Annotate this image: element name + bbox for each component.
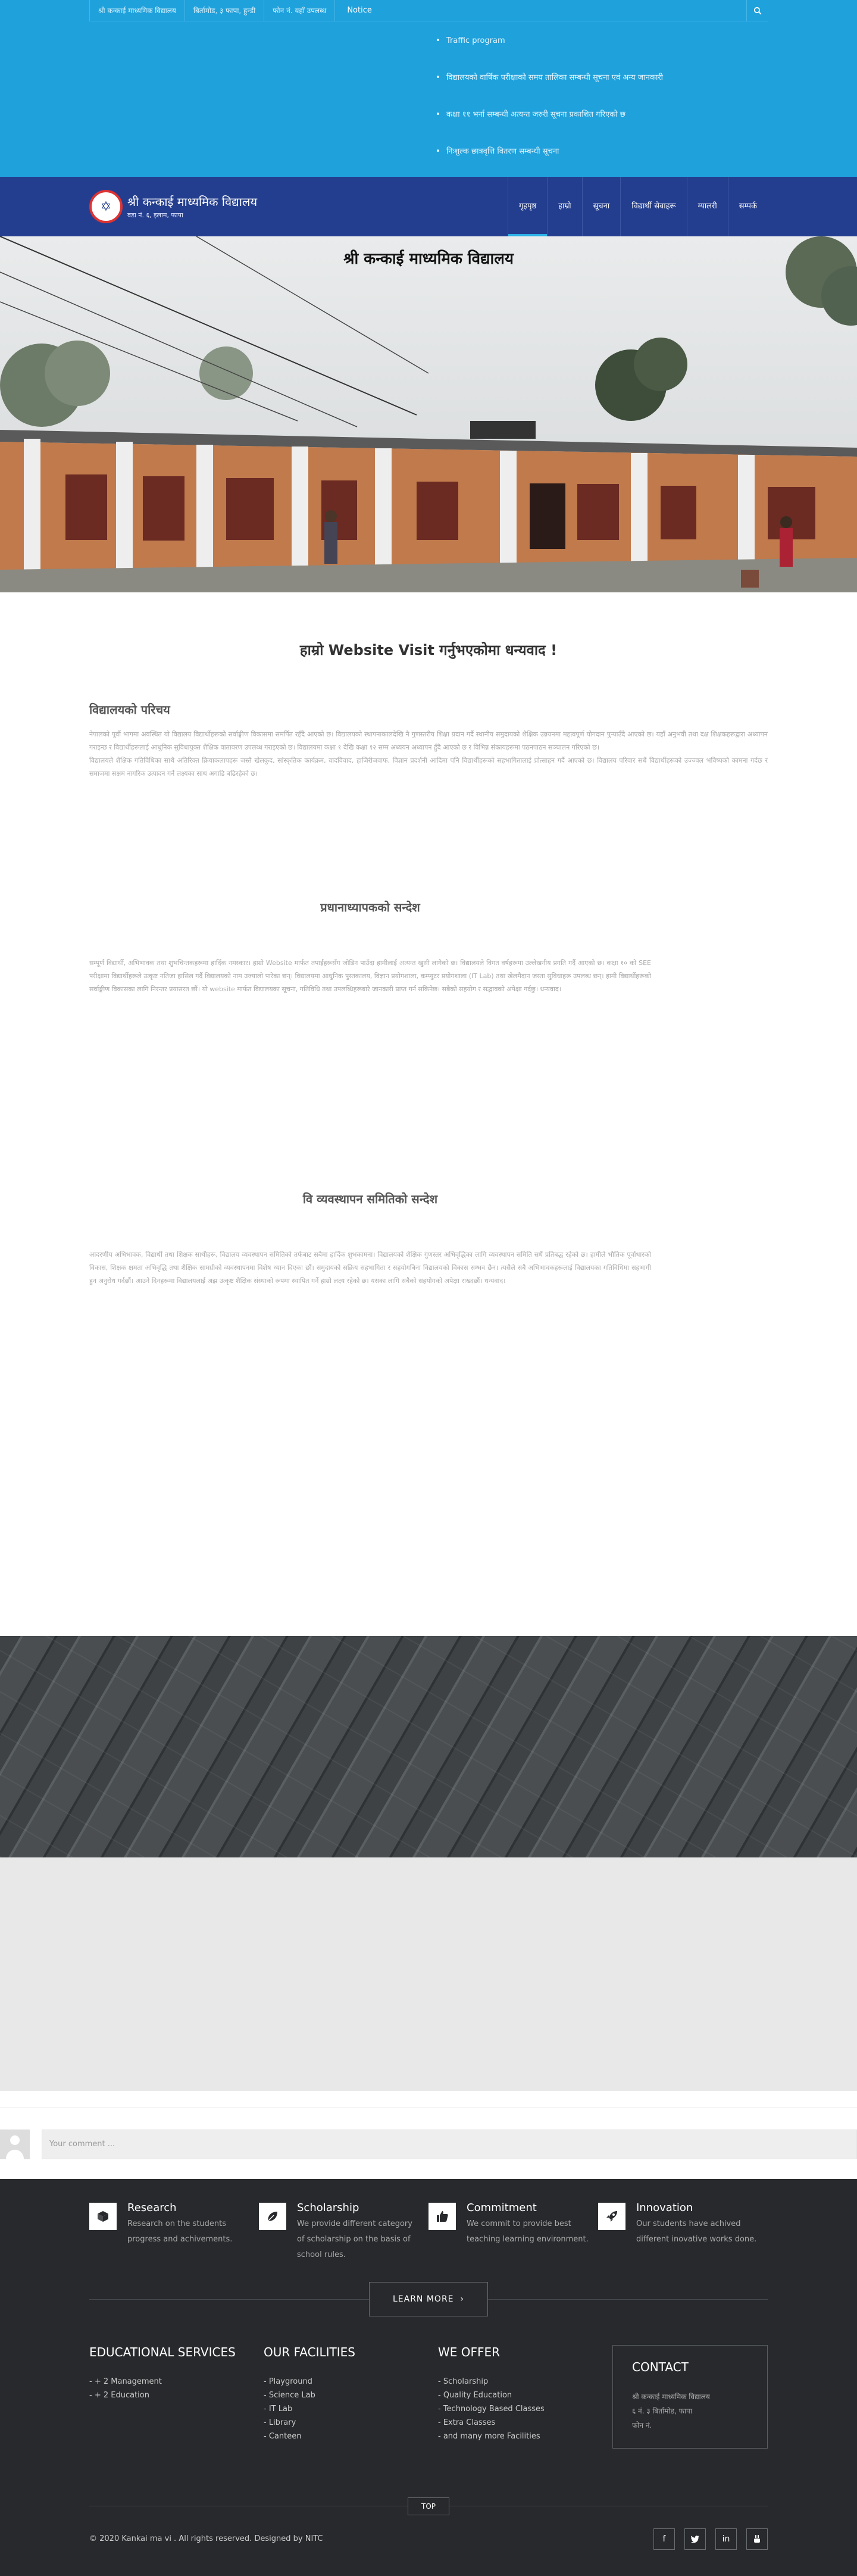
leaf-icon xyxy=(259,2203,286,2230)
feature-list: Research Research on the students progre… xyxy=(89,2179,768,2263)
footer-col-we-offer: WE OFFER - Scholarship - Quality Educati… xyxy=(438,2345,612,2449)
twitter-icon[interactable] xyxy=(684,2528,706,2550)
footer-columns: EDUCATIONAL SERVICES - + 2 Management - … xyxy=(89,2345,768,2449)
comment-input[interactable]: Your comment ... xyxy=(42,2130,857,2159)
copyright: © 2020 Kankai ma vi . All rights reserve… xyxy=(89,2534,323,2543)
site-logo[interactable]: ✡ श्री कन्काई माध्यमिक विद्यालय वडा नं. … xyxy=(89,190,257,223)
contact-title: CONTACT xyxy=(632,2360,689,2374)
rocket-icon xyxy=(598,2203,625,2230)
feature-research: Research Research on the students progre… xyxy=(89,2202,259,2263)
address-info: बिर्तामोड, ३ फापा, हुन्डी xyxy=(185,0,265,21)
feature-scholarship: Scholarship We provide different categor… xyxy=(259,2202,428,2263)
contact-box: CONTACT श्री कन्काई माध्यमिक विद्यालय ६ … xyxy=(612,2345,768,2449)
school-name-info: श्री कन्काई माध्यमिक विद्यालय xyxy=(89,0,185,21)
menu-item-student-services[interactable]: विद्यार्थी सेवाहरू xyxy=(620,177,686,236)
col-item[interactable]: - IT Lab xyxy=(264,2402,438,2416)
notice-item[interactable]: विद्यालयको वार्षिक परीक्षाको समय तालिका … xyxy=(428,60,768,96)
hero-title: श्री कन्काई माध्यमिक विद्यालय xyxy=(343,250,514,268)
contact-line: फोन नं. xyxy=(632,2421,652,2430)
grey-section xyxy=(0,1857,857,2091)
feature-desc: Our students have achived different inov… xyxy=(636,2219,757,2244)
avatar xyxy=(0,2130,30,2159)
youtube-icon[interactable] xyxy=(746,2528,768,2550)
notice-item[interactable]: कक्षा ११ भर्ना सम्बन्धी अत्यन्त जरुरी सू… xyxy=(428,96,768,133)
learn-more-button[interactable]: LEARN MORE › xyxy=(369,2282,488,2316)
learn-more-row: LEARN MORE › xyxy=(89,2282,768,2318)
contact-line: श्री कन्काई माध्यमिक विद्यालय xyxy=(632,2393,710,2401)
notice-item[interactable]: निःशुल्क छात्रवृत्ति वितरण सम्बन्धी सूचन… xyxy=(428,133,768,170)
search-icon[interactable] xyxy=(746,0,768,21)
col-title: OUR FACILITIES xyxy=(264,2345,355,2359)
footer-col-educational-services: EDUCATIONAL SERVICES - + 2 Management - … xyxy=(89,2345,264,2449)
social-links: f in xyxy=(653,2528,768,2550)
footer: Research Research on the students progre… xyxy=(0,2179,857,2576)
parallax-background xyxy=(0,1636,857,1857)
top-bar: श्री कन्काई माध्यमिक विद्यालय बिर्तामोड,… xyxy=(0,0,857,177)
feature-title: Scholarship xyxy=(297,2202,359,2214)
feature-desc: We provide different category of scholar… xyxy=(297,2219,412,2259)
school-building-image xyxy=(0,236,857,592)
menu-item-notice[interactable]: सूचना xyxy=(581,177,621,236)
school-emblem-icon: ✡ xyxy=(89,190,123,223)
col-item[interactable]: - Quality Education xyxy=(438,2388,612,2402)
menu-item-contact[interactable]: सम्पर्क xyxy=(727,177,768,236)
feature-title: Research xyxy=(127,2202,177,2214)
comment-section: Your comment ... xyxy=(0,2107,857,2167)
main-menu: गृहपृष्ठ हाम्रो सूचना विद्यार्थी सेवाहरू… xyxy=(507,177,768,236)
feature-title: Commitment xyxy=(467,2202,537,2214)
hero-banner: श्री कन्काई माध्यमिक विद्यालय xyxy=(0,236,857,592)
feature-commitment: Commitment We commit to provide best tea… xyxy=(428,2202,598,2263)
logo-subtitle: वडा नं. ६, इलाम, फापा xyxy=(127,211,183,219)
linkedin-icon[interactable]: in xyxy=(715,2528,737,2550)
menu-item-gallery[interactable]: ग्यालरी xyxy=(686,177,728,236)
principal-title: प्रधानाध्यापकको सन्देश xyxy=(320,900,420,914)
phone-info: फोन नं. यहाँ उपलब्ध xyxy=(264,0,336,21)
intro-title: विद्यालयको परिचय xyxy=(89,702,170,717)
col-item[interactable]: - Canteen xyxy=(264,2430,438,2443)
feature-desc: We commit to provide best teaching learn… xyxy=(467,2219,589,2244)
menu-item-home[interactable]: गृहपृष्ठ xyxy=(507,177,548,236)
menu-item-about[interactable]: हाम्रो xyxy=(547,177,581,236)
principal-message: सम्पूर्ण विद्यार्थी, अभिभावक तथा शुभचिन्… xyxy=(89,959,651,993)
intro-paragraph-1: नेपालको पूर्वी भागमा अवस्थित यो विद्यालय… xyxy=(89,730,768,751)
main-navbar: ✡ श्री कन्काई माध्यमिक विद्यालय वडा नं. … xyxy=(0,177,857,236)
col-item[interactable]: - + 2 Management xyxy=(89,2375,264,2388)
feature-innovation: Innovation Our students have achived dif… xyxy=(598,2202,768,2263)
feature-desc: Research on the students progress and ac… xyxy=(127,2219,233,2244)
col-item[interactable]: - Playground xyxy=(264,2375,438,2388)
notice-dropdown: Traffic program विद्यालयको वार्षिक परीक्… xyxy=(428,23,768,170)
col-title: WE OFFER xyxy=(438,2345,501,2359)
facebook-icon[interactable]: f xyxy=(653,2528,675,2550)
notice-item[interactable]: Traffic program xyxy=(428,23,768,60)
logo-title: श्री कन्काई माध्यमिक विद्यालय xyxy=(127,195,258,209)
chair-message: आदरणीय अभिभावक, विद्यार्थी तथा शिक्षक सा… xyxy=(89,1251,651,1285)
col-item[interactable]: - + 2 Education xyxy=(89,2388,264,2402)
col-item[interactable]: - and many more Facilities xyxy=(438,2430,612,2443)
col-item[interactable]: - Extra Classes xyxy=(438,2416,612,2430)
footer-bottom: TOP © 2020 Kankai ma vi . All rights res… xyxy=(89,2497,768,2550)
col-item[interactable]: - Scholarship xyxy=(438,2375,612,2388)
footer-col-facilities: OUR FACILITIES - Playground - Science La… xyxy=(264,2345,438,2449)
col-item[interactable]: - Technology Based Classes xyxy=(438,2402,612,2416)
cube-icon xyxy=(89,2203,117,2230)
notice-label[interactable]: Notice xyxy=(335,0,384,21)
col-title: EDUCATIONAL SERVICES xyxy=(89,2345,236,2359)
col-item[interactable]: - Library xyxy=(264,2416,438,2430)
col-item[interactable]: - Science Lab xyxy=(264,2388,438,2402)
chair-title: वि व्यवस्थापन समितिको सन्देश xyxy=(302,1192,438,1206)
top-info-row: श्री कन्काई माध्यमिक विद्यालय बिर्तामोड,… xyxy=(89,0,768,21)
thumbs-up-icon xyxy=(428,2203,456,2230)
welcome-heading: हाम्रो Website Visit गर्नुभएकोमा धन्यवाद… xyxy=(299,642,558,658)
contact-line: ६ नं. ३ बिर्तामोड, फापा xyxy=(632,2407,692,2415)
feature-title: Innovation xyxy=(636,2202,693,2214)
intro-paragraph-2: विद्यालयले शैक्षिक गतिविधिका साथै अतिरिक… xyxy=(89,757,768,778)
back-to-top-button[interactable]: TOP xyxy=(408,2497,449,2515)
